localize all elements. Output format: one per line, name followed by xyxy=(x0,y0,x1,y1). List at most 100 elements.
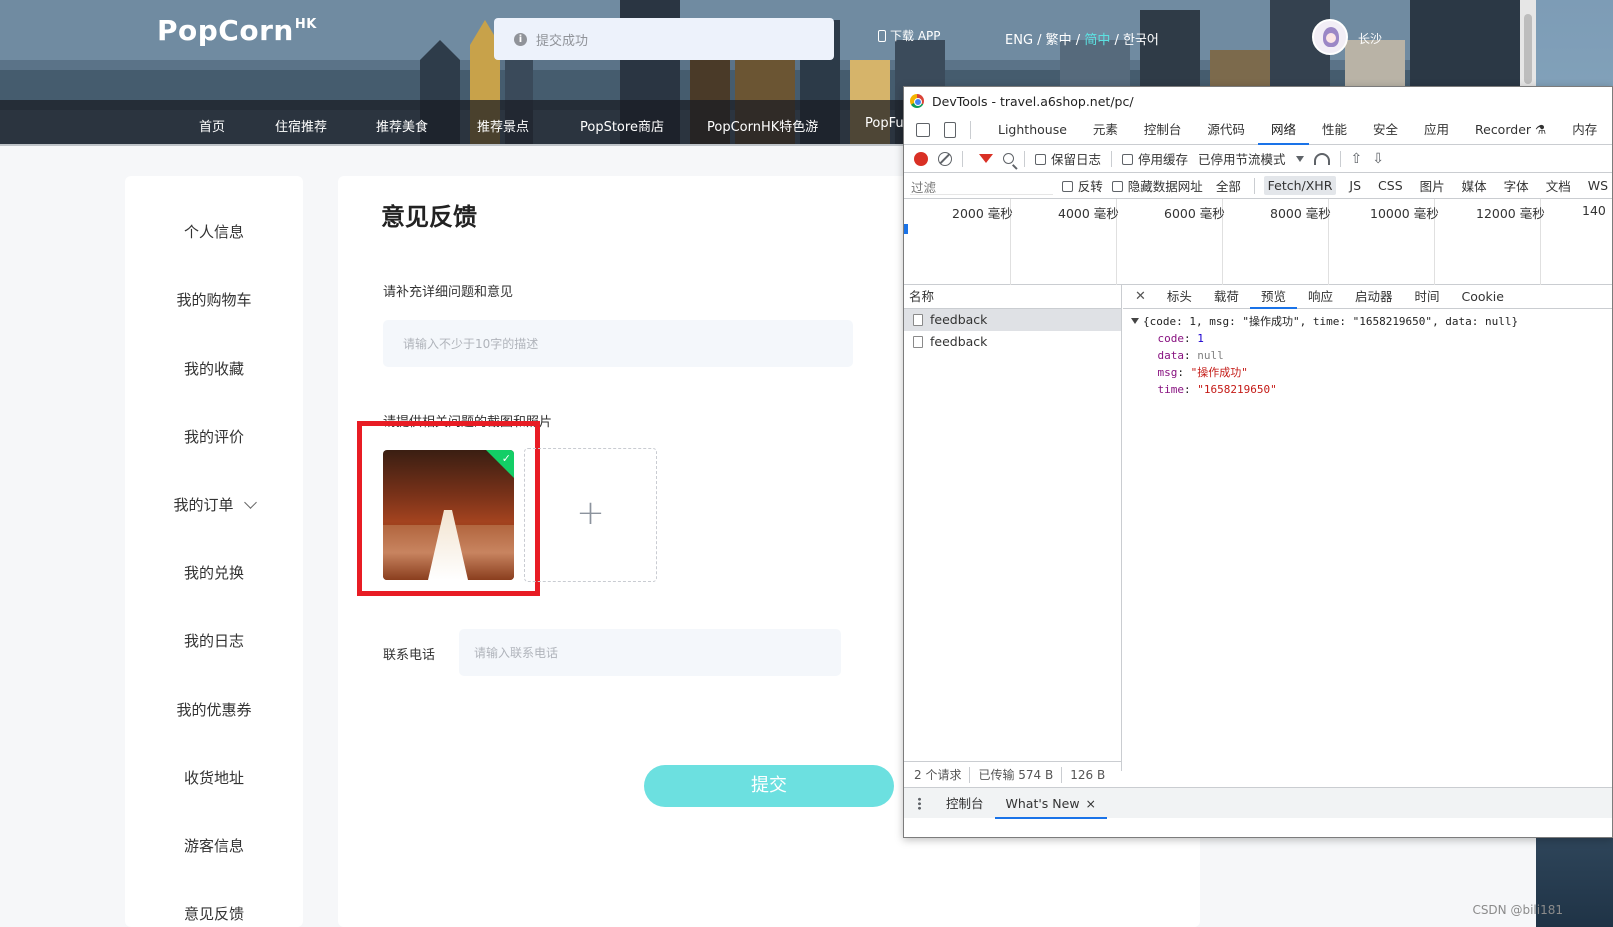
import-har-icon[interactable]: ⇧ xyxy=(1351,152,1363,166)
transferred-size: 已传输 574 B xyxy=(978,768,1054,782)
submit-button[interactable]: 提交 xyxy=(644,765,894,807)
more-options-icon[interactable] xyxy=(918,796,921,810)
filter-input[interactable]: 过滤 xyxy=(910,176,1053,195)
description-input[interactable]: 请输入不少于10字的描述 xyxy=(383,320,853,367)
sidebar-item-feedback[interactable]: 意见反馈 xyxy=(125,903,303,924)
toast-text: 提交成功 xyxy=(536,33,589,49)
lang-trad[interactable]: 繁中 / xyxy=(1042,33,1081,48)
expand-triangle-icon[interactable] xyxy=(1131,318,1139,324)
disable-cache-checkbox[interactable]: 停用缓存 xyxy=(1122,149,1188,168)
tab-console[interactable]: 控制台 xyxy=(1131,115,1195,145)
nav-attractions[interactable]: 推荐景点 xyxy=(477,116,529,135)
preserve-log-checkbox[interactable]: 保留日志 xyxy=(1035,149,1101,168)
devtools-title: DevTools - travel.a6shop.net/pc/ xyxy=(932,93,1134,109)
close-icon[interactable]: ✕ xyxy=(1123,289,1156,304)
lang-eng[interactable]: ENG / xyxy=(1005,33,1042,48)
filter-fetch-xhr[interactable]: Fetch/XHR xyxy=(1263,176,1337,195)
hide-data-urls-checkbox[interactable]: 隐藏数据网址 xyxy=(1111,176,1203,195)
add-photo-button[interactable]: + xyxy=(524,448,657,582)
filter-font[interactable]: 字体 xyxy=(1500,174,1533,197)
timeline-tick: 12000 毫秒 xyxy=(1476,206,1545,221)
search-icon[interactable] xyxy=(1003,153,1014,164)
tab-network[interactable]: 网络 xyxy=(1257,115,1309,145)
request-row[interactable]: feedback xyxy=(904,331,1121,353)
sidebar-item-visitors[interactable]: 游客信息 xyxy=(125,835,303,856)
info-icon: i xyxy=(514,32,527,46)
close-icon[interactable]: × xyxy=(1086,796,1096,811)
tab-elements[interactable]: 元素 xyxy=(1080,115,1131,145)
network-filter-bar: 过滤 反转 隐藏数据网址 全部 Fetch/XHR JS CSS 图片 媒体 字… xyxy=(904,173,1612,199)
device-toolbar-icon[interactable] xyxy=(944,121,956,138)
tab-application[interactable]: 应用 xyxy=(1411,115,1462,145)
sidebar-item-profile[interactable]: 个人信息 xyxy=(125,221,303,242)
request-row[interactable]: feedback xyxy=(904,309,1121,331)
sidebar-item-favorites[interactable]: 我的收藏 xyxy=(125,358,303,379)
page-title: 意见反馈 xyxy=(381,203,477,231)
nav-food[interactable]: 推荐美食 xyxy=(376,116,428,135)
drawer-tab-console[interactable]: 控制台 xyxy=(935,788,995,819)
phone-input[interactable]: 请输入联系电话 xyxy=(459,629,841,676)
tab-lighthouse[interactable]: Lighthouse xyxy=(985,115,1080,145)
download-app-link[interactable]: 下载 APP xyxy=(878,27,941,44)
sidebar-item-address[interactable]: 收货地址 xyxy=(125,767,303,788)
file-icon xyxy=(913,336,923,348)
network-overview-timeline[interactable]: 2000 毫秒 4000 毫秒 6000 毫秒 8000 毫秒 10000 毫秒… xyxy=(904,199,1612,285)
name-column-header[interactable]: 名称 xyxy=(904,285,1121,309)
sidebar-item-journal[interactable]: 我的日志 xyxy=(125,630,303,651)
nav-popstore[interactable]: PopStore商店 xyxy=(580,116,664,135)
filter-media[interactable]: 媒体 xyxy=(1458,174,1491,197)
filter-doc[interactable]: 文档 xyxy=(1542,174,1575,197)
json-preview[interactable]: {code: 1, msg: "操作成功", time: "1658219650… xyxy=(1123,309,1612,398)
sidebar-item-coupons[interactable]: 我的优惠券 xyxy=(125,699,303,720)
tab-security[interactable]: 安全 xyxy=(1360,115,1411,145)
filter-ws[interactable]: WS xyxy=(1584,176,1612,195)
network-status-bar: 2 个请求 已传输 574 B 126 B xyxy=(904,761,1122,787)
tab-performance[interactable]: 性能 xyxy=(1309,115,1360,145)
tab-timing[interactable]: 时间 xyxy=(1403,285,1450,309)
tab-payload[interactable]: 载荷 xyxy=(1203,285,1250,309)
tab-memory[interactable]: 内存 xyxy=(1559,115,1610,145)
sidebar-item-cart[interactable]: 我的购物车 xyxy=(125,289,303,310)
timeline-tick: 6000 毫秒 xyxy=(1164,206,1225,221)
watermark: CSDN @bili181 xyxy=(1472,903,1563,917)
lang-kor[interactable]: / 한국어 xyxy=(1110,33,1158,48)
account-sidebar: 个人信息 我的购物车 我的收藏 我的评价 我的订单 我的兑换 我的日志 我的优惠… xyxy=(125,176,303,927)
user-name[interactable]: 长沙 xyxy=(1358,30,1382,47)
nav-accommodation[interactable]: 住宿推荐 xyxy=(275,116,327,135)
filter-js[interactable]: JS xyxy=(1345,176,1365,195)
sidebar-item-redemptions[interactable]: 我的兑换 xyxy=(125,562,303,583)
throttling-select[interactable]: 已停用节流模式 xyxy=(1198,149,1286,168)
lang-simp[interactable]: 简中 xyxy=(1080,33,1110,48)
tab-preview[interactable]: 预览 xyxy=(1249,285,1297,309)
dropdown-arrow-icon[interactable] xyxy=(1295,155,1304,162)
sidebar-item-reviews[interactable]: 我的评价 xyxy=(125,426,303,447)
nav-home[interactable]: 首页 xyxy=(199,116,225,135)
sidebar-item-orders[interactable]: 我的订单 xyxy=(125,494,303,515)
tab-initiator[interactable]: 启动器 xyxy=(1344,285,1404,309)
phone-icon xyxy=(878,29,886,42)
network-conditions-icon[interactable] xyxy=(1313,152,1330,165)
site-logo[interactable]: PopCornHK xyxy=(157,14,317,47)
record-icon[interactable] xyxy=(914,151,928,166)
filter-css[interactable]: CSS xyxy=(1374,176,1407,195)
tab-recorder[interactable]: Recorder ⚗ xyxy=(1462,115,1559,145)
invert-checkbox[interactable]: 反转 xyxy=(1061,176,1103,195)
drawer-tab-whats-new[interactable]: What's New × xyxy=(994,788,1108,819)
nav-special-tours[interactable]: PopCornHK特色游 xyxy=(707,116,818,135)
tab-sources[interactable]: 源代码 xyxy=(1194,115,1258,145)
tab-response[interactable]: 响应 xyxy=(1297,285,1344,309)
clear-icon[interactable] xyxy=(938,151,952,166)
filter-all[interactable]: 全部 xyxy=(1212,174,1245,197)
timeline-tick: 2000 毫秒 xyxy=(952,206,1013,221)
tab-cookie[interactable]: Cookie xyxy=(1451,285,1515,309)
red-highlight-annotation xyxy=(357,421,540,596)
filter-img[interactable]: 图片 xyxy=(1416,174,1449,197)
phone-label: 联系电话 xyxy=(383,648,436,663)
language-switcher: ENG / 繁中 / 简中 / 한국어 xyxy=(1005,29,1159,48)
export-har-icon[interactable]: ⇩ xyxy=(1372,152,1384,166)
inspect-element-icon[interactable] xyxy=(916,122,930,137)
tab-headers[interactable]: 标头 xyxy=(1156,285,1203,309)
user-avatar[interactable] xyxy=(1312,19,1348,55)
filter-icon[interactable] xyxy=(979,154,993,163)
request-timing-bar xyxy=(904,224,908,234)
